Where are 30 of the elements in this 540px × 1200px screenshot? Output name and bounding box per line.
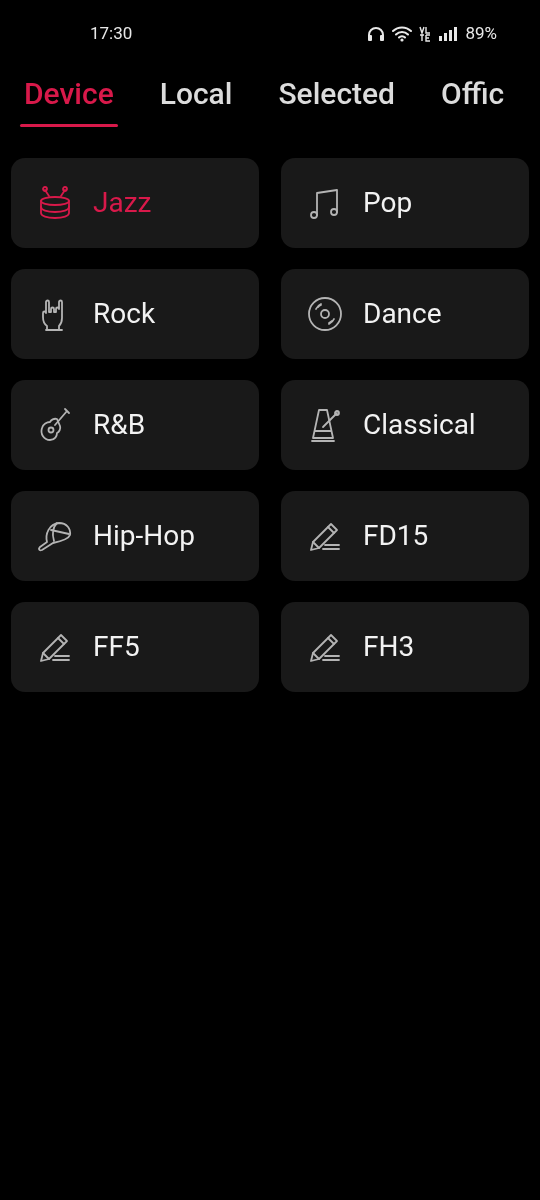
tab[interactable]: Local [159,74,233,127]
wifi-icon [392,26,413,42]
volte-icon [419,26,432,42]
status-time: 17:30 [90,22,133,46]
drum-icon [37,185,73,221]
preset-card[interactable]: Pop [281,158,529,248]
preset-label: Dance [363,296,442,332]
preset-card[interactable]: Dance [281,269,529,359]
headphones-icon [367,26,386,42]
preset-card[interactable]: FF5 [11,602,259,692]
preset-label: FH3 [363,629,415,665]
preset-label: FD15 [363,518,429,554]
preset-card[interactable]: Hip-Hop [11,491,259,581]
tab[interactable]: Selected [278,74,395,127]
preset-label: Jazz [93,185,152,221]
preset-card[interactable]: R&B [11,380,259,470]
preset-card[interactable]: Classical [281,380,529,470]
preset-label: Classical [363,407,476,443]
disc-icon [307,296,343,332]
preset-label: Hip-Hop [93,518,195,554]
preset-label: FF5 [93,629,140,665]
tab[interactable]: Offic [441,74,505,127]
preset-label: Rock [93,296,156,332]
preset-label: Pop [363,185,413,221]
preset-card[interactable]: FD15 [281,491,529,581]
preset-card[interactable]: Rock [11,269,259,359]
battery-percent: 89% [465,22,497,46]
preset-label: R&B [93,407,146,443]
signal-icon [438,26,459,42]
preset-card[interactable]: FH3 [281,602,529,692]
